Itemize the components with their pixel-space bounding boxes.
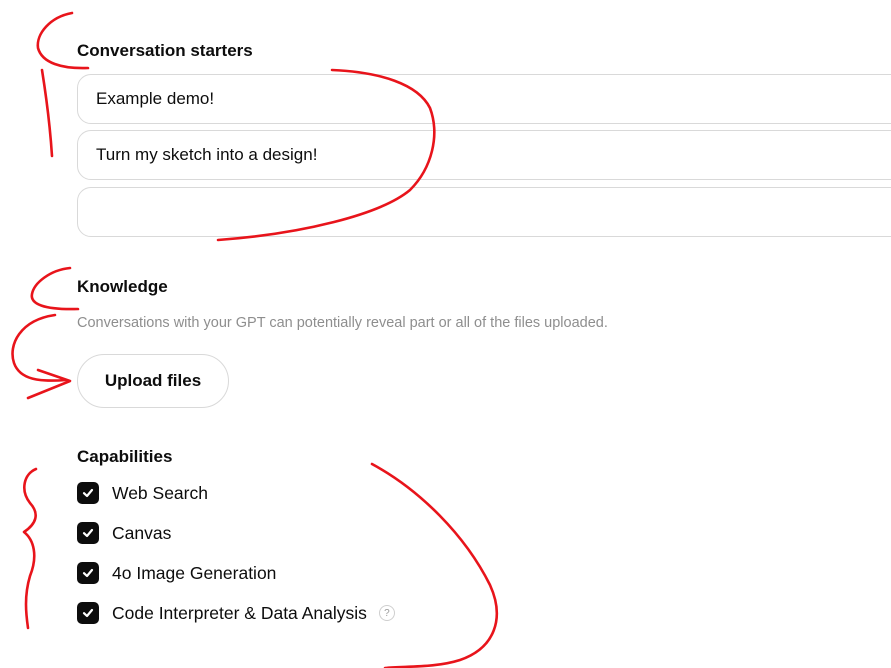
starter-field-1[interactable] xyxy=(77,74,891,124)
annotation-arrow-curve xyxy=(11,313,68,382)
capabilities-title: Capabilities xyxy=(77,447,173,466)
starter-input-1[interactable] xyxy=(96,75,876,123)
annotation-brace-capabilities xyxy=(22,467,38,630)
starter-input-3[interactable] xyxy=(96,188,876,236)
conversation-starters-title: Conversation starters xyxy=(77,41,253,60)
capability-canvas[interactable]: Canvas xyxy=(77,521,171,545)
starter-input-2[interactable] xyxy=(96,131,876,179)
annotation-arrow-head xyxy=(26,368,72,400)
capability-label: 4o Image Generation xyxy=(112,562,277,583)
knowledge-hint: Conversations with your GPT can potentia… xyxy=(77,315,608,331)
capability-label: Code Interpreter & Data Analysis xyxy=(112,602,367,623)
annotation-curve-capabilities xyxy=(370,462,498,668)
capability-web-search[interactable]: Web Search xyxy=(77,481,208,505)
checkbox-checked-icon[interactable] xyxy=(77,482,99,504)
annotation-vertical-line xyxy=(40,68,54,158)
checkbox-checked-icon[interactable] xyxy=(77,562,99,584)
capability-image-generation[interactable]: 4o Image Generation xyxy=(77,561,276,585)
capability-label: Canvas xyxy=(112,522,172,543)
capability-code-interpreter[interactable]: Code Interpreter & Data Analysis ? xyxy=(77,601,395,625)
annotation-bracket-knowledge xyxy=(30,266,80,311)
capability-label: Web Search xyxy=(112,482,208,503)
knowledge-title: Knowledge xyxy=(77,277,168,296)
starter-field-2[interactable] xyxy=(77,130,891,180)
checkbox-checked-icon[interactable] xyxy=(77,522,99,544)
starter-field-3[interactable] xyxy=(77,187,891,237)
help-icon[interactable]: ? xyxy=(378,605,395,621)
checkbox-checked-icon[interactable] xyxy=(77,602,99,624)
upload-files-button[interactable]: Upload files xyxy=(77,354,229,408)
